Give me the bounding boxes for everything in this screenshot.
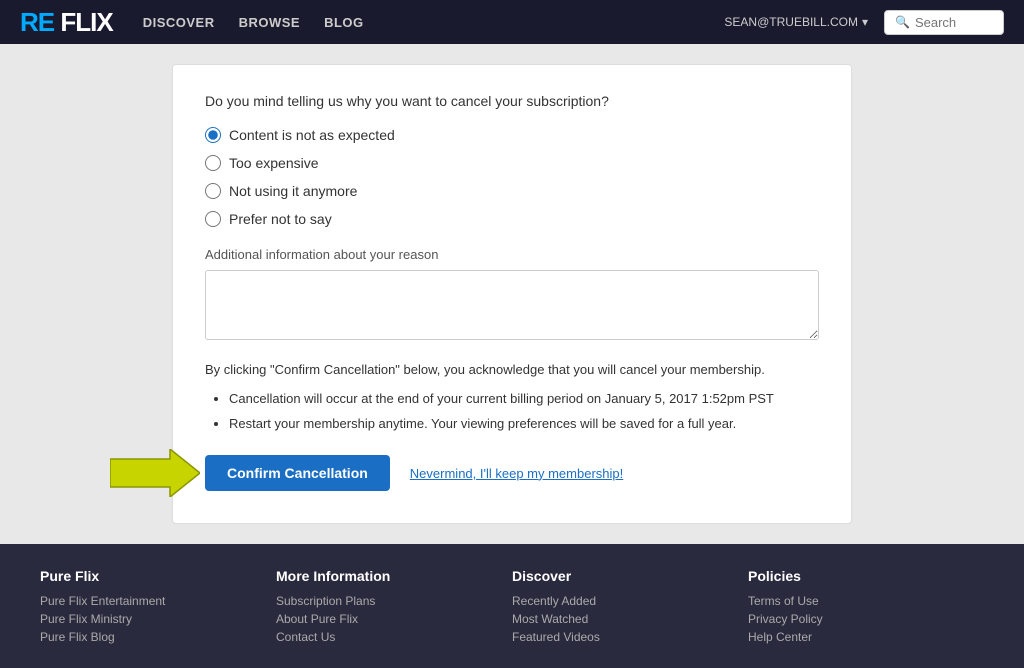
search-box: 🔍 xyxy=(884,10,1004,35)
footer-columns: Pure Flix Pure Flix Entertainment Pure F… xyxy=(40,568,984,648)
nav-discover[interactable]: DISCOVER xyxy=(143,15,215,30)
radio-input-expensive[interactable] xyxy=(205,155,221,171)
search-input[interactable] xyxy=(915,15,1000,30)
main-nav: DISCOVER BROWSE BLOG xyxy=(143,15,695,30)
logo[interactable]: RE FLIX xyxy=(20,7,113,38)
footer-link-ministry[interactable]: Pure Flix Ministry xyxy=(40,612,256,626)
bullet-item-2: Restart your membership anytime. Your vi… xyxy=(229,414,819,434)
cancel-card: Do you mind telling us why you want to c… xyxy=(172,64,852,524)
action-row: Confirm Cancellation Nevermind, I'll kee… xyxy=(205,455,819,491)
cancel-question: Do you mind telling us why you want to c… xyxy=(205,93,819,109)
radio-too-expensive[interactable]: Too expensive xyxy=(205,155,819,171)
radio-not-using[interactable]: Not using it anymore xyxy=(205,183,819,199)
radio-input-content[interactable] xyxy=(205,127,221,143)
radio-label-prefer-not: Prefer not to say xyxy=(229,211,332,227)
radio-prefer-not[interactable]: Prefer not to say xyxy=(205,211,819,227)
confirm-cancellation-button[interactable]: Confirm Cancellation xyxy=(205,455,390,491)
footer-link-contact[interactable]: Contact Us xyxy=(276,630,492,644)
arrow-icon xyxy=(110,449,200,497)
radio-input-prefer-not[interactable] xyxy=(205,211,221,227)
radio-label-not-using: Not using it anymore xyxy=(229,183,357,199)
footer: Pure Flix Pure Flix Entertainment Pure F… xyxy=(0,544,1024,668)
footer-link-recently-added[interactable]: Recently Added xyxy=(512,594,728,608)
footer-col-title-policies: Policies xyxy=(748,568,964,584)
additional-info-textarea[interactable] xyxy=(205,270,819,340)
footer-link-subscription-plans[interactable]: Subscription Plans xyxy=(276,594,492,608)
search-icon: 🔍 xyxy=(895,15,910,29)
user-email-label: SEAN@TRUEBILL.COM xyxy=(724,15,858,29)
footer-col-title-pureflix: Pure Flix xyxy=(40,568,256,584)
bullet-item-1: Cancellation will occur at the end of yo… xyxy=(229,389,819,409)
footer-link-about[interactable]: About Pure Flix xyxy=(276,612,492,626)
logo-prefix: RE xyxy=(20,7,54,37)
logo-suffix: FLIX xyxy=(54,7,113,37)
footer-col-title-discover: Discover xyxy=(512,568,728,584)
footer-col-discover: Discover Recently Added Most Watched Fea… xyxy=(512,568,748,648)
footer-link-help[interactable]: Help Center xyxy=(748,630,964,644)
footer-link-most-watched[interactable]: Most Watched xyxy=(512,612,728,626)
arrow-indicator xyxy=(110,449,200,497)
nav-blog[interactable]: BLOG xyxy=(324,15,364,30)
footer-link-featured[interactable]: Featured Videos xyxy=(512,630,728,644)
nav-browse[interactable]: BROWSE xyxy=(239,15,301,30)
radio-label-expensive: Too expensive xyxy=(229,155,319,171)
footer-link-entertainment[interactable]: Pure Flix Entertainment xyxy=(40,594,256,608)
footer-col-pureflix: Pure Flix Pure Flix Entertainment Pure F… xyxy=(40,568,276,648)
radio-input-not-using[interactable] xyxy=(205,183,221,199)
user-email-menu[interactable]: SEAN@TRUEBILL.COM ▾ xyxy=(724,15,868,29)
radio-content-not-expected[interactable]: Content is not as expected xyxy=(205,127,819,143)
footer-col-title-more-info: More Information xyxy=(276,568,492,584)
dropdown-arrow-icon: ▾ xyxy=(862,15,868,29)
radio-group: Content is not as expected Too expensive… xyxy=(205,127,819,227)
footer-link-blog[interactable]: Pure Flix Blog xyxy=(40,630,256,644)
keep-membership-link[interactable]: Nevermind, I'll keep my membership! xyxy=(410,466,623,481)
acknowledgment-text: By clicking "Confirm Cancellation" below… xyxy=(205,361,819,379)
bullet-list: Cancellation will occur at the end of yo… xyxy=(205,389,819,433)
main-content: Do you mind telling us why you want to c… xyxy=(0,44,1024,544)
radio-label-content: Content is not as expected xyxy=(229,127,395,143)
header-right: SEAN@TRUEBILL.COM ▾ 🔍 xyxy=(724,10,1004,35)
footer-link-privacy[interactable]: Privacy Policy xyxy=(748,612,964,626)
additional-info-label: Additional information about your reason xyxy=(205,247,819,262)
footer-col-more-info: More Information Subscription Plans Abou… xyxy=(276,568,512,648)
header: RE FLIX DISCOVER BROWSE BLOG SEAN@TRUEBI… xyxy=(0,0,1024,44)
footer-col-policies: Policies Terms of Use Privacy Policy Hel… xyxy=(748,568,984,648)
footer-link-terms[interactable]: Terms of Use xyxy=(748,594,964,608)
